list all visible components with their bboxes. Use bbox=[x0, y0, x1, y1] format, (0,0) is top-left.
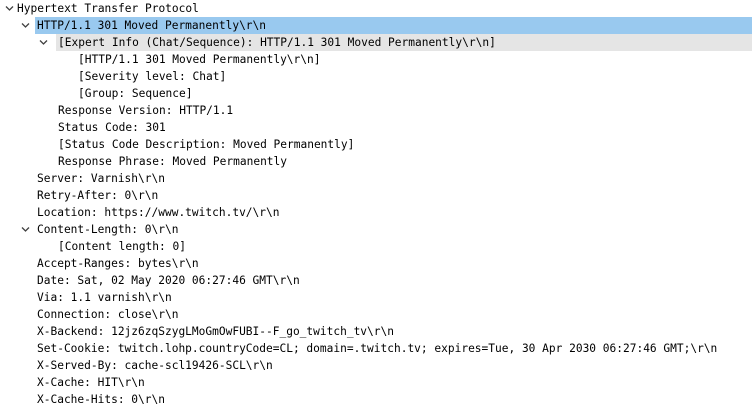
tree-row-label: Content-Length: 0\r\n bbox=[37, 223, 179, 236]
chevron-down-icon[interactable] bbox=[5, 5, 14, 12]
tree-row[interactable]: [Severity level: Chat] bbox=[0, 68, 752, 85]
tree-row-label: Date: Sat, 02 May 2020 06:27:46 GMT\r\n bbox=[37, 274, 300, 287]
chevron-down-icon[interactable] bbox=[21, 22, 30, 29]
tree-row[interactable]: [Status Code Description: Moved Permanen… bbox=[0, 136, 752, 153]
tree-row[interactable]: Set-Cookie: twitch.lohp.countryCode=CL; … bbox=[0, 340, 752, 357]
tree-row-label: [Severity level: Chat] bbox=[78, 70, 227, 83]
tree-row-label: Via: 1.1 varnish\r\n bbox=[37, 291, 172, 304]
tree-row-label: [Expert Info (Chat/Sequence): HTTP/1.1 3… bbox=[58, 36, 496, 49]
tree-row[interactable]: Date: Sat, 02 May 2020 06:27:46 GMT\r\n bbox=[0, 272, 752, 289]
tree-row-label: [HTTP/1.1 301 Moved Permanently\r\n] bbox=[78, 53, 321, 66]
tree-row-label: X-Backend: 12jz6zqSzygLMoGmOwFUBI--F_go_… bbox=[37, 325, 394, 338]
tree-row-label: Location: https://www.twitch.tv/\r\n bbox=[37, 206, 280, 219]
tree-row-label: [Group: Sequence] bbox=[78, 87, 193, 100]
tree-row-label: Hypertext Transfer Protocol bbox=[17, 2, 199, 15]
chevron-down-icon[interactable] bbox=[39, 39, 48, 46]
tree-row[interactable]: Location: https://www.twitch.tv/\r\n bbox=[0, 204, 752, 221]
tree-row-label: X-Served-By: cache-scl19426-SCL\r\n bbox=[37, 359, 273, 372]
tree-row[interactable]: [Content length: 0] bbox=[0, 238, 752, 255]
tree-row[interactable]: Via: 1.1 varnish\r\n bbox=[0, 289, 752, 306]
tree-row-label: Set-Cookie: twitch.lohp.countryCode=CL; … bbox=[37, 342, 718, 355]
tree-row[interactable]: [HTTP/1.1 301 Moved Permanently\r\n] bbox=[0, 51, 752, 68]
tree-row[interactable]: Content-Length: 0\r\n bbox=[0, 221, 752, 238]
tree-row-label: X-Cache-Hits: 0\r\n bbox=[37, 393, 165, 406]
tree-row-label: Retry-After: 0\r\n bbox=[37, 189, 159, 202]
tree-row[interactable]: Hypertext Transfer Protocol bbox=[0, 0, 752, 17]
tree-row-label: HTTP/1.1 301 Moved Permanently\r\n bbox=[37, 19, 267, 32]
tree-row[interactable]: X-Served-By: cache-scl19426-SCL\r\n bbox=[0, 357, 752, 374]
tree-row[interactable]: X-Backend: 12jz6zqSzygLMoGmOwFUBI--F_go_… bbox=[0, 323, 752, 340]
tree-row[interactable]: X-Cache: HIT\r\n bbox=[0, 374, 752, 391]
tree-row[interactable]: X-Cache-Hits: 0\r\n bbox=[0, 391, 752, 408]
tree-row[interactable]: HTTP/1.1 301 Moved Permanently\r\n bbox=[21, 17, 752, 34]
tree-row[interactable]: Connection: close\r\n bbox=[0, 306, 752, 323]
tree-row[interactable]: Accept-Ranges: bytes\r\n bbox=[0, 255, 752, 272]
tree-row-label: Status Code: 301 bbox=[58, 121, 166, 134]
chevron-down-icon[interactable] bbox=[21, 226, 30, 233]
tree-row-label: Response Version: HTTP/1.1 bbox=[58, 104, 234, 117]
tree-row[interactable]: [Group: Sequence] bbox=[0, 85, 752, 102]
tree-row[interactable]: Response Version: HTTP/1.1 bbox=[0, 102, 752, 119]
tree-row[interactable]: Retry-After: 0\r\n bbox=[0, 187, 752, 204]
tree-row-label: [Status Code Description: Moved Permanen… bbox=[58, 138, 355, 151]
tree-row-label: Accept-Ranges: bytes\r\n bbox=[37, 257, 199, 270]
tree-row-label: Response Phrase: Moved Permanently bbox=[58, 155, 288, 168]
tree-row-label: X-Cache: HIT\r\n bbox=[37, 376, 145, 389]
tree-row-label: Server: Varnish\r\n bbox=[37, 172, 165, 185]
tree-row[interactable]: [Expert Info (Chat/Sequence): HTTP/1.1 3… bbox=[39, 34, 752, 51]
tree-row[interactable]: Server: Varnish\r\n bbox=[0, 170, 752, 187]
tree-row-label: Connection: close\r\n bbox=[37, 308, 179, 321]
tree-row[interactable]: Status Code: 301 bbox=[0, 119, 752, 136]
tree-row[interactable]: Response Phrase: Moved Permanently bbox=[0, 153, 752, 170]
tree-row-label: [Content length: 0] bbox=[58, 240, 186, 253]
